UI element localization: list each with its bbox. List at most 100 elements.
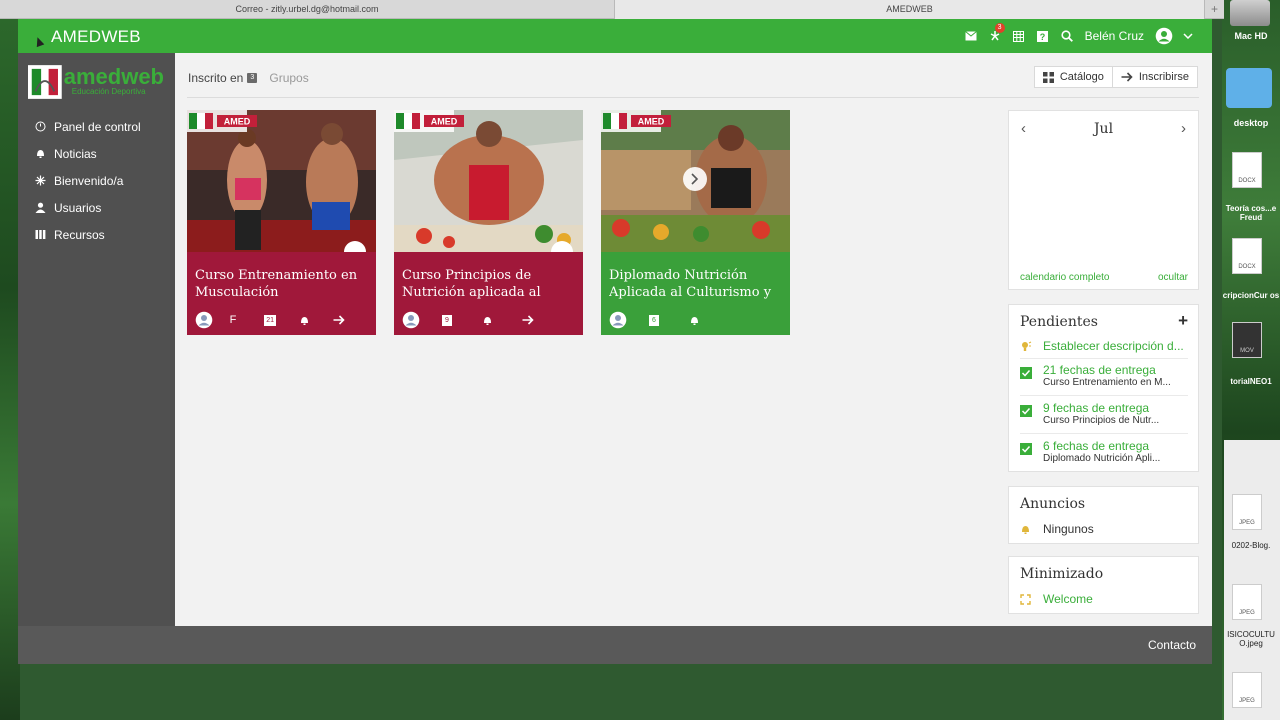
- chevron-down-icon[interactable]: [1176, 19, 1200, 53]
- tab-groups[interactable]: Grupos: [269, 71, 308, 85]
- sidebar-item-bienvenido[interactable]: Bienvenido/a: [18, 167, 175, 194]
- expand-icon: [1020, 593, 1031, 605]
- arrow-right-icon: [1121, 72, 1133, 82]
- jpeg-file-icon[interactable]: JPEG: [1232, 584, 1262, 620]
- jpeg-file-icon[interactable]: JPEG: [1232, 494, 1262, 530]
- sidebar-item-noticias[interactable]: Noticias: [18, 140, 175, 167]
- course-bell-icon[interactable]: [689, 311, 729, 329]
- pending-item-text: 21 fechas de entrega: [1043, 363, 1156, 377]
- tab-enrolled-label: Inscrito en: [188, 71, 244, 85]
- divider: [1020, 433, 1188, 434]
- user-name[interactable]: Belén Cruz: [1085, 29, 1144, 43]
- top-navbar: AMEDWEB 3 ? Belén Cruz: [18, 19, 1212, 53]
- tabs-divider: [187, 97, 1199, 98]
- calendar-full-link[interactable]: calendario completo: [1020, 272, 1110, 283]
- help-icon[interactable]: ?: [1031, 19, 1055, 53]
- course-actions: 6: [609, 311, 782, 329]
- course-card-body: Curso Principios de Nutrición aplicada a…: [394, 252, 583, 335]
- notifications-icon[interactable]: 3: [983, 19, 1007, 53]
- jpeg-file-icon[interactable]: JPEG: [1232, 672, 1262, 708]
- pending-item-course: Curso Entrenamiento en M...: [1043, 377, 1171, 388]
- course-actions: F 21: [195, 311, 368, 329]
- svg-text:AMED: AMED: [431, 117, 458, 127]
- new-tab-button[interactable]: +: [1205, 0, 1224, 18]
- course-user-icon[interactable]: [402, 311, 442, 329]
- pending-item-course: Curso Principios de Nutr...: [1043, 415, 1160, 426]
- desktop-background-left: [0, 0, 20, 720]
- file-label: cripcionCur os: [1222, 291, 1280, 300]
- docx-file-icon[interactable]: DOCX: [1232, 238, 1262, 274]
- chevron-right-icon: [691, 173, 699, 185]
- library-icon: [34, 229, 46, 241]
- course-card-body: Curso Entrenamiento en Musculación F 21: [187, 252, 376, 335]
- mouse-cursor-icon: [33, 35, 45, 48]
- browser-tab-mail[interactable]: Correo - zitly.urbel.dg@hotmail.com: [0, 0, 615, 19]
- brand-title[interactable]: AMEDWEB: [51, 27, 141, 47]
- course-title[interactable]: Curso Principios de Nutrición aplicada a…: [402, 267, 575, 301]
- sidebar-menu: Panel de control Noticias Bienvenido/a U…: [18, 113, 175, 248]
- pending-item-text: 6 fechas de entrega: [1043, 439, 1150, 453]
- mov-file-icon[interactable]: MOV: [1232, 322, 1262, 358]
- course-forum-icon[interactable]: F: [230, 311, 265, 329]
- pending-item[interactable]: 9 fechas de entrega Curso Principios de …: [1020, 401, 1188, 427]
- calendar-icon[interactable]: [1007, 19, 1031, 53]
- course-bell-icon[interactable]: [482, 311, 522, 329]
- course-card[interactable]: AMED Curso Entrenamiento en Musculación …: [187, 110, 376, 335]
- minimized-title: Minimizado: [1020, 566, 1104, 582]
- logo-name: amedweb: [63, 64, 164, 89]
- course-calendar-icon[interactable]: 6: [649, 311, 689, 329]
- browser-tab-amedweb[interactable]: AMEDWEB: [615, 0, 1205, 19]
- pending-item[interactable]: Establecer descripción d...: [1020, 339, 1188, 353]
- course-open-arrow-icon[interactable]: [333, 311, 368, 329]
- user-avatar-icon[interactable]: [1152, 19, 1176, 53]
- add-pending-button[interactable]: +: [1178, 311, 1188, 331]
- enroll-button[interactable]: Inscribirse: [1111, 67, 1197, 87]
- course-card[interactable]: AMED Diplomado Nutrición Aplicada al Cul…: [601, 110, 790, 335]
- pending-item-text: 9 fechas de entrega: [1043, 401, 1150, 415]
- carousel-next-button[interactable]: [683, 167, 707, 191]
- footer: Contacto: [18, 626, 1212, 664]
- calendar-next-button[interactable]: ›: [1181, 120, 1186, 137]
- course-user-icon[interactable]: [609, 311, 649, 329]
- course-user-icon[interactable]: [195, 311, 230, 329]
- file-label: 0202-Blog.: [1231, 541, 1271, 550]
- sparkle-icon: [34, 175, 46, 187]
- course-title[interactable]: Diplomado Nutrición Aplicada al Culturis…: [609, 267, 782, 301]
- pending-item[interactable]: 21 fechas de entrega Curso Entrenamiento…: [1020, 363, 1188, 389]
- course-title[interactable]: Curso Entrenamiento en Musculación: [195, 267, 368, 301]
- tab-enrolled[interactable]: Inscrito en 3: [188, 71, 258, 85]
- sidebar-item-recursos[interactable]: Recursos: [18, 221, 175, 248]
- calendar-month: Jul: [1093, 121, 1114, 137]
- docx-file-icon[interactable]: DOCX: [1232, 152, 1262, 188]
- minimized-item-label: Welcome: [1043, 592, 1093, 606]
- course-open-arrow-icon[interactable]: [522, 311, 562, 329]
- search-icon[interactable]: [1055, 19, 1079, 53]
- minimized-item[interactable]: Welcome: [1020, 592, 1093, 606]
- pending-item[interactable]: 6 fechas de entrega Diplomado Nutrición …: [1020, 439, 1188, 465]
- course-calendar-icon[interactable]: 21: [264, 311, 299, 329]
- pending-widget: Pendientes + Establecer descripción d...…: [1008, 304, 1199, 472]
- course-calendar-icon[interactable]: 9: [442, 311, 482, 329]
- sidebar: amedweb Educación Deportiva Panel de con…: [18, 53, 175, 626]
- svg-text:AMED: AMED: [224, 117, 251, 127]
- sidebar-item-panel[interactable]: Panel de control: [18, 113, 175, 140]
- contact-link[interactable]: Contacto: [1148, 638, 1196, 652]
- hard-drive-icon[interactable]: [1230, 0, 1270, 26]
- announcements-widget: Anuncios Ningunos: [1008, 486, 1199, 544]
- course-card-list: AMED Curso Entrenamiento en Musculación …: [187, 110, 790, 335]
- enrolled-count-badge: 3: [247, 73, 258, 83]
- announcements-title: Anuncios: [1020, 496, 1086, 512]
- site-logo[interactable]: amedweb Educación Deportiva: [28, 63, 164, 101]
- file-label: Teoría cos...e Freud: [1225, 204, 1277, 222]
- calendar-hide-link[interactable]: ocultar: [1158, 272, 1188, 283]
- sidebar-item-usuarios[interactable]: Usuarios: [18, 194, 175, 221]
- mail-icon[interactable]: [959, 19, 983, 53]
- dashboard-icon: [34, 121, 46, 133]
- course-bell-icon[interactable]: [299, 311, 334, 329]
- course-tabs: Inscrito en 3 Grupos: [188, 71, 309, 85]
- folder-icon[interactable]: [1226, 68, 1272, 108]
- bell-icon: [1022, 525, 1029, 534]
- catalog-button[interactable]: Catálogo: [1035, 67, 1112, 87]
- course-card[interactable]: AMED Curso Principios de Nutrición aplic…: [394, 110, 583, 335]
- notification-badge: 3: [994, 23, 1005, 33]
